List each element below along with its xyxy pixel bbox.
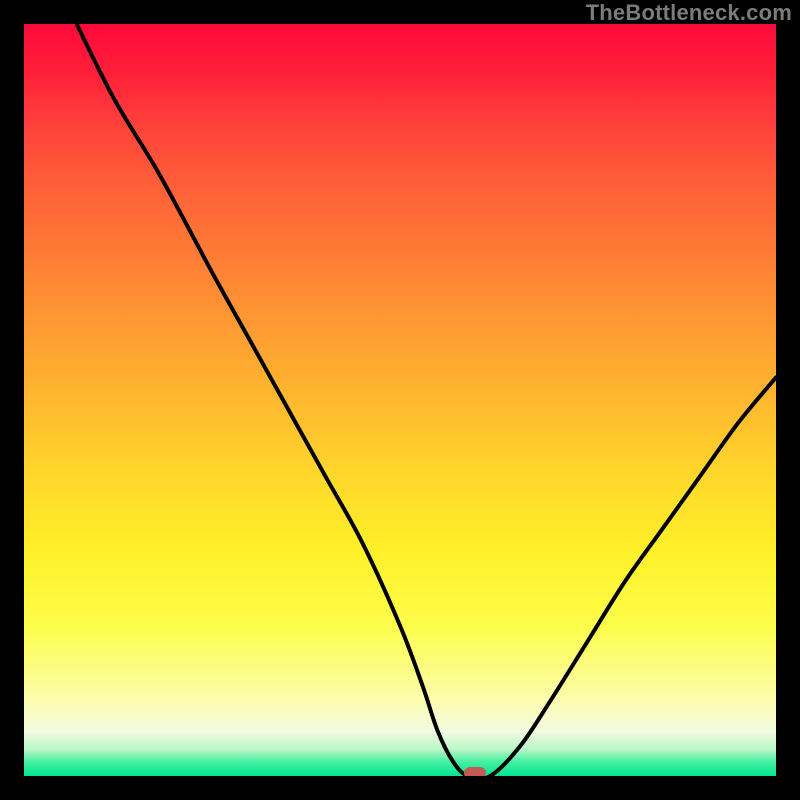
optimal-marker: [464, 767, 486, 776]
plot-area: [24, 24, 776, 776]
curve-path: [77, 24, 776, 776]
bottleneck-curve: [24, 24, 776, 776]
watermark-text: TheBottleneck.com: [586, 0, 792, 26]
chart-frame: TheBottleneck.com: [0, 0, 800, 800]
